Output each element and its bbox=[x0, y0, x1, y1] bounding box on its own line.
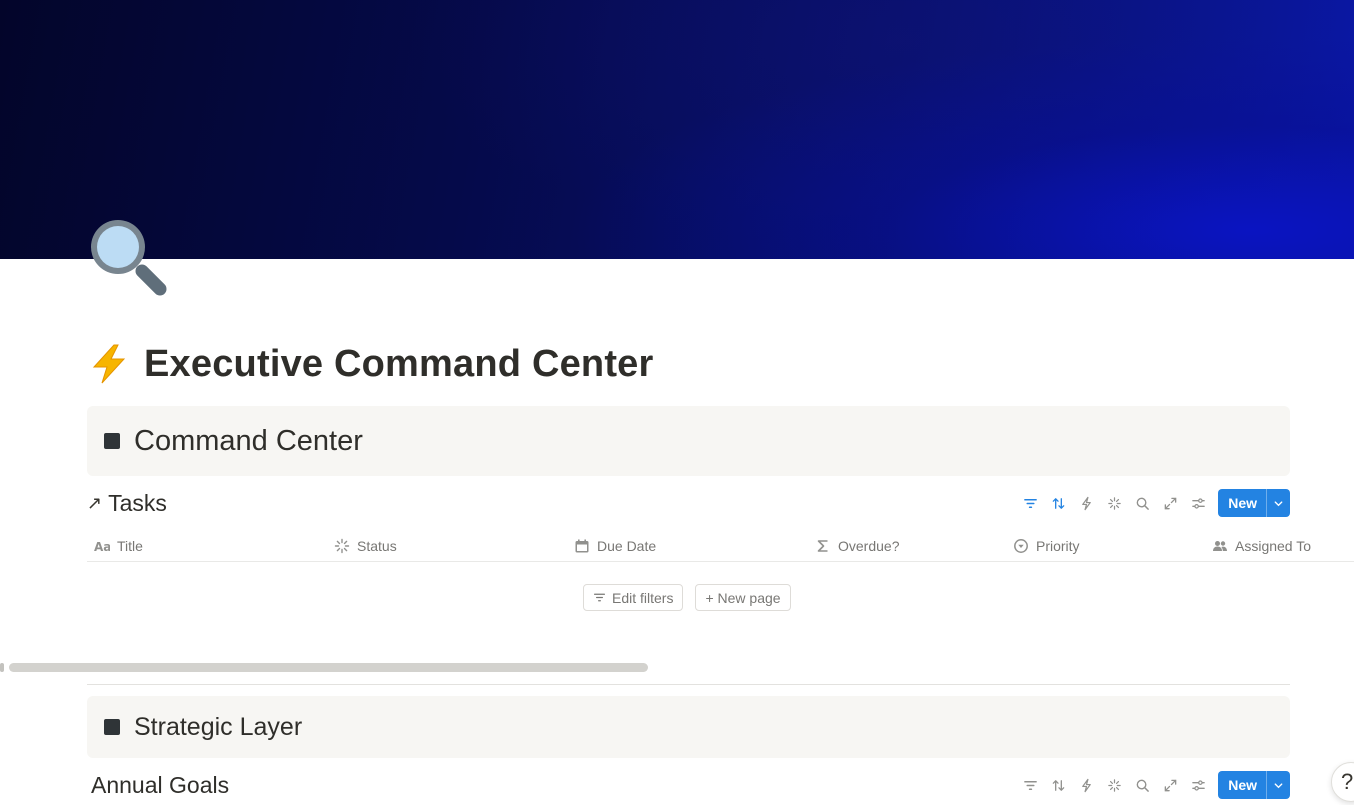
lightning-icon bbox=[92, 344, 126, 384]
sort-icon[interactable] bbox=[1044, 489, 1072, 517]
database-title-text: Annual Goals bbox=[91, 771, 230, 798]
new-page-button[interactable]: + New page bbox=[695, 584, 791, 611]
new-page-label: + New page bbox=[705, 589, 781, 606]
people-icon bbox=[1213, 540, 1227, 551]
divider bbox=[87, 684, 1290, 685]
new-button[interactable]: New bbox=[1218, 771, 1290, 799]
ai-sparkle-icon[interactable] bbox=[1100, 771, 1128, 799]
new-button[interactable]: New bbox=[1218, 489, 1290, 517]
scrollbar-left-edge[interactable] bbox=[0, 663, 4, 672]
automation-icon[interactable] bbox=[1072, 489, 1100, 517]
filter-icon[interactable] bbox=[1016, 771, 1044, 799]
magnifying-glass-icon[interactable] bbox=[86, 215, 170, 299]
edit-filters-button[interactable]: Edit filters bbox=[583, 584, 684, 611]
database-title[interactable]: Annual Goals bbox=[87, 772, 229, 799]
empty-state-actions: Edit filters + New page bbox=[583, 584, 791, 611]
filter-icon[interactable] bbox=[1016, 489, 1044, 517]
settings-icon[interactable] bbox=[1184, 489, 1212, 517]
database-title[interactable]: ↗ Tasks bbox=[87, 490, 167, 517]
cover-image[interactable] bbox=[0, 0, 1354, 259]
search-icon[interactable] bbox=[1128, 489, 1156, 517]
square-icon bbox=[104, 433, 120, 449]
database-title-text: Tasks bbox=[108, 489, 167, 516]
database-toolbar: New bbox=[1016, 489, 1290, 517]
column-label: Title bbox=[117, 537, 143, 554]
search-icon[interactable] bbox=[1128, 771, 1156, 799]
callout-heading: Strategic Layer bbox=[134, 712, 303, 741]
status-spinner-icon bbox=[334, 538, 350, 553]
sigma-icon bbox=[817, 539, 828, 552]
select-circle-icon bbox=[1014, 538, 1028, 553]
column-header-overdue[interactable]: Overdue? bbox=[815, 529, 899, 562]
column-label: Due Date bbox=[597, 537, 657, 554]
column-label: Priority bbox=[1036, 537, 1080, 554]
calendar-icon bbox=[575, 539, 589, 552]
table-header-row: Aa Title Status Due Date Overdue? Priori… bbox=[87, 529, 1354, 562]
callout-heading: Command Center bbox=[134, 424, 363, 457]
ai-sparkle-icon[interactable] bbox=[1100, 489, 1128, 517]
expand-icon[interactable] bbox=[1156, 489, 1184, 517]
database-header-tasks: ↗ Tasks New bbox=[87, 487, 1290, 519]
chevron-down-icon[interactable] bbox=[1266, 771, 1290, 799]
column-header-assigned-to[interactable]: Assigned To bbox=[1212, 529, 1311, 562]
page-title-text: Executive Command Center bbox=[144, 342, 654, 385]
expand-icon[interactable] bbox=[1156, 771, 1184, 799]
arrow-up-right-icon: ↗ bbox=[87, 492, 103, 513]
column-header-priority[interactable]: Priority bbox=[1013, 529, 1080, 562]
database-header-annual-goals: Annual Goals New bbox=[87, 769, 1290, 801]
callout-command-center[interactable]: Command Center bbox=[87, 406, 1290, 476]
text-aa-icon: Aa bbox=[94, 540, 110, 554]
help-icon: ? bbox=[1341, 769, 1354, 794]
settings-icon[interactable] bbox=[1184, 771, 1212, 799]
column-label: Assigned To bbox=[1235, 537, 1312, 554]
help-button[interactable]: ? bbox=[1331, 762, 1354, 802]
automation-icon[interactable] bbox=[1072, 771, 1100, 799]
square-icon bbox=[104, 719, 120, 735]
callout-strategic-layer[interactable]: Strategic Layer bbox=[87, 696, 1290, 758]
column-header-status[interactable]: Status bbox=[334, 529, 397, 562]
filter-icon bbox=[593, 593, 606, 602]
database-toolbar: New bbox=[1016, 771, 1290, 799]
sort-icon[interactable] bbox=[1044, 771, 1072, 799]
column-header-due-date[interactable]: Due Date bbox=[574, 529, 656, 562]
column-header-title[interactable]: Aa Title bbox=[94, 529, 143, 562]
horizontal-scrollbar[interactable] bbox=[9, 663, 648, 672]
chevron-down-icon[interactable] bbox=[1266, 489, 1290, 517]
new-button-label[interactable]: New bbox=[1218, 489, 1266, 517]
column-label: Status bbox=[357, 537, 397, 554]
page-title[interactable]: Executive Command Center bbox=[88, 338, 654, 390]
edit-filters-label: Edit filters bbox=[612, 589, 674, 606]
column-label: Overdue? bbox=[838, 537, 900, 554]
svg-text:Aa: Aa bbox=[94, 540, 110, 554]
new-button-label[interactable]: New bbox=[1218, 771, 1266, 799]
